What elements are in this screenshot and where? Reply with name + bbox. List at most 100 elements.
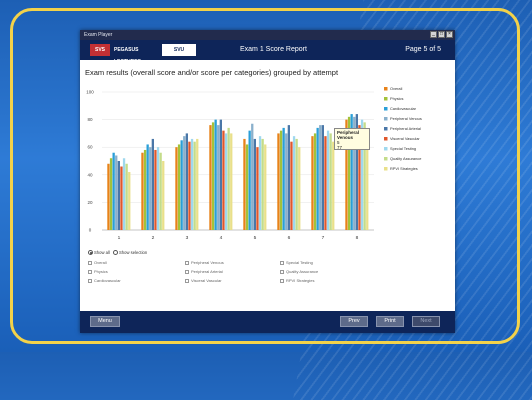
bar-rpvi-strategies: [128, 172, 131, 230]
filter-item[interactable]: Cardiovascular: [88, 278, 121, 284]
y-tick-label: 80: [87, 117, 93, 122]
filter-checkbox[interactable]: [88, 278, 92, 283]
filter-item[interactable]: Quality Assurance: [280, 269, 318, 275]
bar-special-testing: [292, 136, 296, 230]
legend-swatch: [384, 157, 388, 161]
filter-item[interactable]: Peripheral Arterial: [185, 269, 223, 275]
filter-label: Physics: [94, 269, 108, 274]
filter-label: Visceral Vascular: [191, 278, 222, 283]
bar-physics: [279, 130, 283, 230]
x-tick-label: 5: [254, 235, 257, 241]
bar-rpvi-strategies: [230, 133, 233, 230]
filter-item[interactable]: Peripheral Venous: [185, 260, 224, 266]
bar-peripheral-venous: [251, 123, 254, 230]
legend-label: Quality Assurance: [390, 156, 421, 161]
desktop-background: { "titlebar": {"title": "Exam Player", "…: [0, 0, 532, 400]
y-tick-label: 40: [87, 172, 93, 177]
legend-label: Peripheral Venous: [390, 116, 422, 121]
filter-checkbox[interactable]: [185, 260, 189, 265]
bar-quality-assurance: [261, 138, 264, 230]
filter-checkbox[interactable]: [280, 260, 284, 265]
bar-peripheral-arterial: [321, 125, 324, 230]
bar-overall: [243, 138, 246, 230]
filter-checkbox[interactable]: [88, 260, 92, 265]
bar-quality-assurance: [329, 133, 332, 230]
bar-overall: [311, 136, 314, 230]
filter-checkbox[interactable]: [280, 269, 284, 274]
x-tick-label: 2: [152, 235, 155, 241]
filter-item[interactable]: Visceral Vascular: [185, 278, 222, 284]
show-selection-label: Show selection: [119, 250, 148, 255]
tooltip-series: Peripheral Venous: [337, 130, 360, 140]
legend-swatch: [384, 137, 388, 141]
bar-quality-assurance: [227, 127, 230, 230]
bar-peripheral-venous: [149, 147, 152, 230]
prev-button[interactable]: Prev: [340, 316, 368, 327]
show-all-radio[interactable]: [88, 250, 93, 256]
bar-peripheral-venous: [285, 133, 288, 230]
legend-label: RPVI Strategies: [390, 166, 418, 171]
filter-checkbox[interactable]: [185, 269, 189, 274]
bar-physics: [211, 122, 215, 230]
legend-swatch: [384, 167, 388, 171]
bar-rpvi-strategies: [298, 147, 301, 230]
footer-bar: Menu Prev Print Next: [80, 311, 455, 333]
filter-checkbox[interactable]: [88, 269, 92, 274]
y-tick-label: 60: [87, 145, 93, 150]
legend-label: Special Testing: [390, 146, 416, 151]
bar-rpvi-strategies: [162, 161, 165, 230]
filter-label: Quality Assurance: [286, 269, 319, 274]
bar-visceral-vascular: [222, 130, 225, 230]
filter-item[interactable]: RPVI Strategies: [280, 278, 314, 284]
bar-special-testing: [190, 138, 194, 230]
bar-peripheral-venous: [183, 136, 186, 230]
filter-checkbox[interactable]: [185, 278, 189, 283]
bar-tooltip: Peripheral Venous 5 77: [334, 128, 370, 150]
legend-swatch: [384, 97, 388, 101]
bar-peripheral-arterial: [185, 133, 188, 230]
bar-rpvi-strategies: [196, 138, 199, 230]
y-tick-label: 0: [89, 228, 92, 233]
bar-special-testing: [122, 158, 126, 230]
bar-peripheral-arterial: [287, 125, 290, 230]
bar-quality-assurance: [159, 152, 162, 230]
menu-button[interactable]: Menu: [90, 316, 120, 327]
bar-physics: [245, 144, 249, 230]
legend-swatch: [384, 87, 388, 91]
bar-special-testing: [224, 133, 228, 230]
filter-item[interactable]: Special Testing: [280, 260, 313, 266]
y-tick-label: 20: [87, 200, 93, 205]
filter-checkbox[interactable]: [280, 278, 284, 283]
filter-label: Overall: [94, 260, 107, 265]
x-tick-label: 8: [356, 235, 359, 241]
show-selection-radio[interactable]: [113, 250, 118, 256]
next-button[interactable]: Next: [412, 316, 440, 327]
bar-physics: [109, 158, 113, 230]
bar-cardiovascular: [214, 119, 217, 230]
y-tick-label: 100: [86, 90, 94, 95]
legend-label: Visceral Vascular: [390, 136, 420, 141]
x-tick-label: 3: [186, 235, 189, 241]
bar-peripheral-arterial: [117, 161, 120, 230]
bar-peripheral-venous: [217, 125, 220, 230]
tooltip-value: 77: [337, 145, 343, 150]
print-button[interactable]: Print: [376, 316, 404, 327]
bar-overall: [277, 133, 280, 230]
filter-item[interactable]: Physics: [88, 269, 108, 275]
bar-visceral-vascular: [188, 141, 191, 230]
filter-item[interactable]: Overall: [88, 260, 107, 266]
filter-label: Peripheral Venous: [191, 260, 224, 265]
bar-cardiovascular: [180, 140, 183, 230]
filter-label: Peripheral Arterial: [191, 269, 223, 274]
bar-peripheral-venous: [115, 155, 118, 230]
bar-overall: [141, 152, 144, 230]
legend-label: Overall: [390, 86, 402, 91]
x-tick-label: 6: [288, 235, 291, 241]
filter-label: Special Testing: [286, 260, 313, 265]
bar-quality-assurance: [193, 141, 196, 230]
bar-special-testing: [156, 147, 160, 230]
view-options: Show all Show selection: [88, 250, 147, 256]
bar-peripheral-arterial: [219, 119, 222, 230]
legend-swatch: [384, 117, 388, 121]
bar-visceral-vascular: [120, 166, 123, 230]
